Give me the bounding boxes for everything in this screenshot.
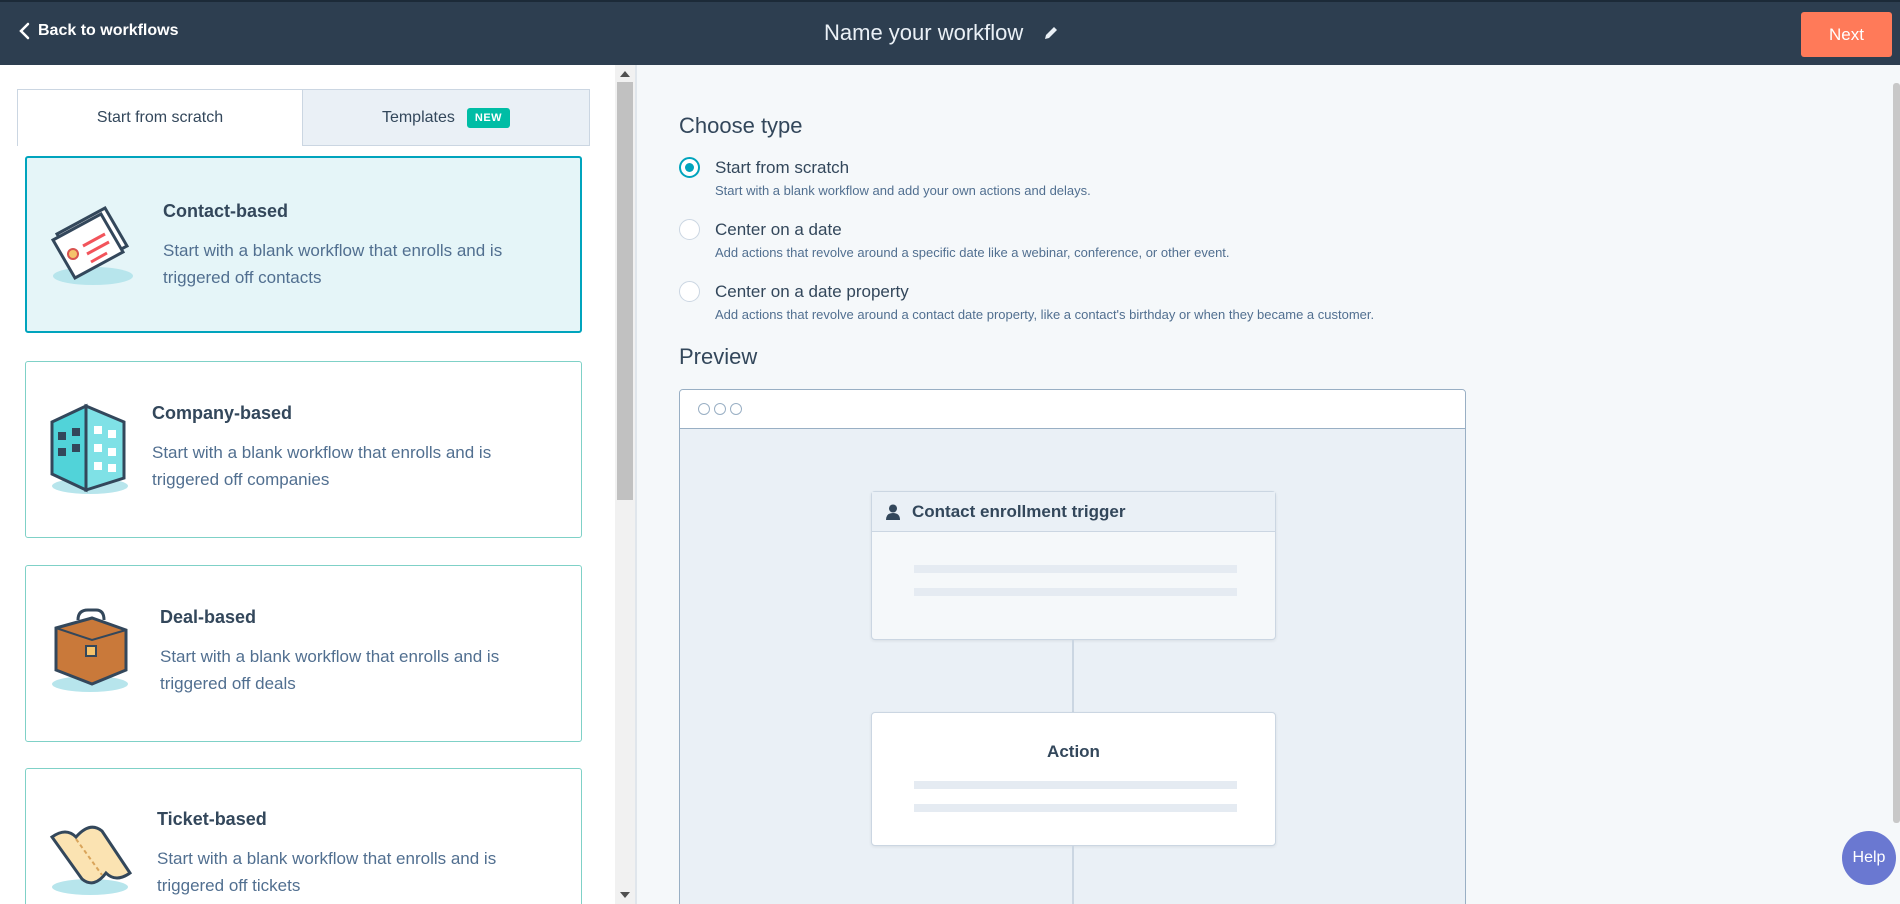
briefcase-icon: [48, 606, 132, 701]
scroll-down-arrow-icon[interactable]: [620, 892, 630, 898]
option-description: Add actions that revolve around a contac…: [715, 307, 1375, 322]
person-icon: [886, 504, 900, 520]
action-label: Action: [1047, 742, 1100, 761]
left-panel-scrollbar[interactable]: [615, 65, 635, 904]
building-icon: [46, 398, 130, 503]
card-description: Start with a blank workflow that enrolls…: [160, 647, 500, 693]
chevron-left-icon: [19, 22, 30, 40]
placeholder-line: [914, 588, 1237, 596]
contact-card-icon: [47, 194, 139, 295]
tab-templates[interactable]: Templates NEW: [303, 89, 590, 146]
card-description: Start with a blank workflow that enrolls…: [152, 443, 492, 489]
back-label: Back to workflows: [38, 22, 179, 39]
company-based-card[interactable]: Company-based Start with a blank workflo…: [25, 361, 582, 538]
radio-button[interactable]: [679, 219, 700, 240]
window-dot-icon: [730, 403, 742, 415]
page-scrollbar[interactable]: [1893, 83, 1900, 823]
action-node: Action: [871, 712, 1276, 846]
radio-button[interactable]: [679, 281, 700, 302]
card-description: Start with a blank workflow that enrolls…: [157, 849, 497, 895]
next-button[interactable]: Next: [1801, 12, 1892, 57]
workflow-name: Name your workflow: [824, 20, 1024, 45]
pencil-icon[interactable]: [1043, 25, 1059, 41]
window-dot-icon: [698, 403, 710, 415]
card-title: Contact-based: [163, 201, 289, 221]
tab-start-from-scratch[interactable]: Start from scratch: [17, 89, 303, 146]
tab-label: Templates: [381, 108, 455, 126]
enrollment-trigger-node: Contact enrollment trigger: [871, 491, 1276, 640]
choose-type-heading: Choose type: [679, 113, 803, 138]
option-description: Start with a blank workflow and add your…: [715, 183, 1091, 198]
preview-heading: Preview: [679, 344, 758, 369]
ticket-based-card[interactable]: Ticket-based Start with a blank workflow…: [25, 768, 582, 904]
trigger-header: Contact enrollment trigger: [872, 492, 1275, 532]
radio-button[interactable]: [679, 157, 700, 178]
back-to-workflows-link[interactable]: Back to workflows: [18, 22, 178, 40]
scrollbar-thumb[interactable]: [617, 82, 633, 500]
placeholder-line: [914, 565, 1237, 573]
tab-list: Start from scratch Templates NEW: [17, 89, 590, 146]
workflow-name-title[interactable]: Name your workflow: [824, 20, 1059, 46]
card-title: Ticket-based: [157, 809, 267, 829]
type-and-preview-panel: Choose type Start from scratch Start wit…: [637, 65, 1900, 904]
workflow-type-panel: Start from scratch Templates NEW Contact…: [0, 65, 615, 904]
new-badge: NEW: [466, 107, 511, 128]
ticket-icon: [46, 817, 136, 904]
option-description: Add actions that revolve around a specif…: [715, 245, 1230, 260]
top-bar: Back to workflows Name your workflow Nex…: [0, 0, 1900, 65]
trigger-label: Contact enrollment trigger: [912, 501, 1126, 521]
workflow-preview: Contact enrollment trigger Action: [679, 389, 1466, 904]
option-label: Start from scratch: [715, 158, 850, 177]
contact-based-card[interactable]: Contact-based Start with a blank workflo…: [25, 156, 582, 333]
flow-connector: [1072, 846, 1074, 904]
deal-based-card[interactable]: Deal-based Start with a blank workflow t…: [25, 565, 582, 742]
placeholder-line: [914, 804, 1237, 812]
window-dot-icon: [714, 403, 726, 415]
tab-label: Start from scratch: [96, 109, 224, 126]
flow-connector: [1072, 640, 1074, 712]
option-label: Center on a date property: [715, 282, 909, 301]
placeholder-line: [914, 781, 1237, 789]
help-button[interactable]: Help: [1842, 831, 1896, 885]
card-title: Company-based: [152, 403, 293, 423]
scroll-up-arrow-icon[interactable]: [620, 71, 630, 77]
card-title: Deal-based: [160, 607, 257, 627]
option-label: Center on a date: [715, 220, 842, 239]
card-description: Start with a blank workflow that enrolls…: [163, 241, 503, 287]
preview-browser-bar: [680, 390, 1465, 429]
